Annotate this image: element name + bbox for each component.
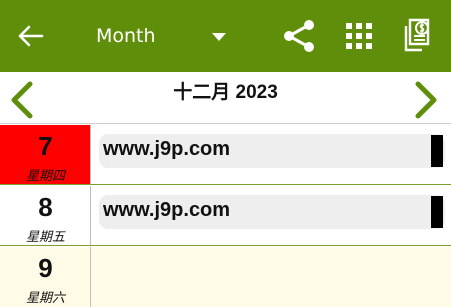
view-selector-label: Month: [96, 25, 156, 47]
day-row[interactable]: 9 星期六: [0, 247, 451, 307]
view-selector[interactable]: Month: [78, 14, 236, 58]
grid-icon[interactable]: [345, 22, 373, 50]
day-row[interactable]: 8 星期五 www.j9p.com: [0, 186, 451, 246]
weekday-label: 星期五: [25, 230, 65, 245]
event-color-marker: [431, 135, 443, 167]
dropdown-caret-icon: [212, 33, 226, 41]
day-row[interactable]: 7 星期四 www.j9p.com: [0, 125, 451, 185]
back-arrow-icon[interactable]: [16, 22, 44, 50]
event-item[interactable]: www.j9p.com: [99, 195, 445, 229]
day-cell[interactable]: 8 星期五: [0, 186, 91, 245]
share-icon[interactable]: [282, 19, 316, 53]
month-title: 十二月 2023: [173, 82, 278, 103]
day-number: 9: [38, 253, 53, 283]
weekday-label: 星期六: [25, 291, 65, 306]
weekday-label: 星期四: [25, 169, 65, 184]
money-document-icon[interactable]: [402, 18, 434, 52]
event-color-marker: [431, 196, 443, 228]
day-cell[interactable]: 7 星期四: [0, 125, 91, 184]
month-header: 十二月 2023: [0, 72, 451, 124]
app-toolbar: Month: [0, 0, 451, 72]
event-title: www.j9p.com: [103, 199, 231, 221]
next-month-chevron-icon[interactable]: [412, 80, 442, 120]
event-title: www.j9p.com: [103, 138, 231, 160]
day-number: 8: [38, 192, 53, 222]
day-cell[interactable]: 9 星期六: [0, 247, 91, 307]
event-item[interactable]: www.j9p.com: [99, 134, 445, 168]
day-number: 7: [38, 131, 53, 161]
